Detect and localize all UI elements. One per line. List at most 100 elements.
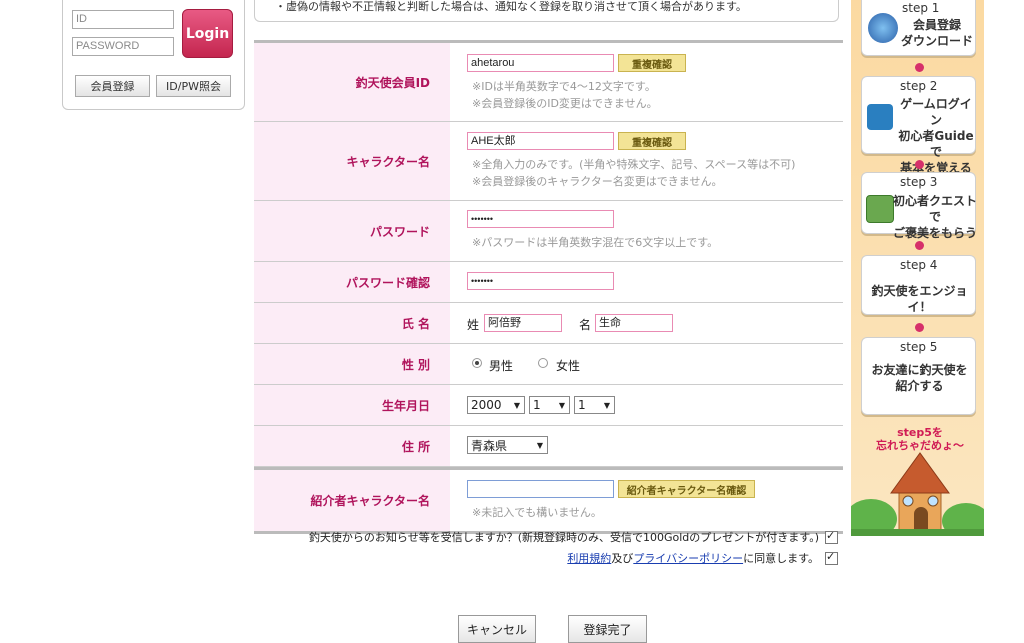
birthday-field: 2000 ▼ 1 ▼ 1 ▼	[450, 385, 843, 425]
character-label: キャラクター名	[254, 122, 450, 200]
step-4-text: 釣天使をエンジョイ！	[871, 284, 968, 314]
download-icon	[868, 13, 898, 43]
step-2-card[interactable]: step 2 ゲームログイン 初心者Guideで 基本を覚える	[861, 76, 976, 175]
birth-year-select[interactable]: 2000 ▼	[467, 396, 525, 414]
and-text: 及び	[611, 552, 634, 565]
address-field: 青森県 ▼	[450, 426, 843, 466]
chevron-down-icon: ▼	[513, 400, 520, 410]
last-name-label: 姓	[467, 318, 480, 332]
password-confirm-label: パスワード確認	[254, 262, 450, 302]
step-3-text: 初心者クエストで ご褒美をもらう	[893, 194, 978, 240]
newsletter-agreement: 釣天使からのお知らせ等を受信しますか？(新規登録時のみ、受信で100Goldのプ…	[309, 529, 838, 545]
first-name-label: 名	[579, 318, 592, 332]
password-row: パスワード ••••••• ※パスワードは半角英数字混在で6文字以上です。	[254, 201, 843, 262]
member-id-input[interactable]: ahetarou	[467, 54, 614, 72]
member-id-note-1: ※IDは半角英数字で4～12文字です。	[472, 80, 656, 93]
id-input[interactable]: ID	[72, 10, 174, 29]
password-note: ※パスワードは半角英数字混在で6文字以上です。	[472, 236, 719, 249]
gender-female-label: 女性	[556, 359, 581, 373]
name-field: 姓 阿倍野 名 生命	[450, 303, 843, 343]
birth-day-select[interactable]: 1 ▼	[574, 396, 615, 414]
house-illustration	[851, 452, 984, 536]
id-pw-lookup-button[interactable]: ID/PW照会	[156, 75, 231, 97]
password-confirm-row: パスワード確認 •••••••	[254, 262, 843, 303]
password-field: ••••••• ※パスワードは半角英数字混在で6文字以上です。	[450, 201, 843, 261]
birth-day-value: 1	[578, 398, 586, 412]
step-2-text: ゲームログイン 初心者Guideで 基本を覚える	[898, 97, 974, 175]
password-confirm-input[interactable]: •••••••	[467, 272, 614, 290]
step-4-card[interactable]: step 4 釣天使をエンジョイ！	[861, 255, 976, 315]
registration-form: 釣天使会員ID ahetarou 重複確認 ※IDは半角英数字で4～12文字です…	[254, 40, 843, 534]
step-3-card[interactable]: step 3 初心者クエストで ご褒美をもらう	[861, 172, 977, 240]
chevron-down-icon: ▼	[536, 440, 543, 450]
birth-month-select[interactable]: 1 ▼	[529, 396, 570, 414]
character-note-2: ※会員登録後のキャラクター名変更はできません。	[472, 175, 723, 188]
newsletter-text: 釣天使からのお知らせ等を受信しますか？(新規登録時のみ、受信で100Goldのプ…	[308, 531, 819, 544]
step-1-number: step 1	[902, 1, 940, 15]
step-3-number: step 3	[900, 175, 938, 189]
prefecture-select[interactable]: 青森県 ▼	[467, 436, 548, 454]
guide-book-icon	[867, 104, 893, 130]
referrer-check-button[interactable]: 紹介者キャラクター名確認	[618, 480, 755, 498]
newsletter-checkbox[interactable]	[825, 529, 838, 544]
password-confirm-field: •••••••	[450, 262, 843, 302]
referrer-input[interactable]	[467, 480, 614, 498]
referrer-label: 紹介者キャラクター名	[254, 470, 450, 531]
step-connector-dot	[915, 323, 924, 332]
terms-agreement: 利用規約 及び プライバシーポリシー に同意します。	[567, 550, 838, 566]
address-label: 住 所	[254, 426, 450, 466]
name-row: 氏 名 姓 阿倍野 名 生命	[254, 303, 843, 344]
step-2-number: step 2	[900, 79, 938, 93]
password-field-input[interactable]: •••••••	[467, 210, 614, 228]
cancel-button[interactable]: キャンセル	[458, 615, 536, 643]
character-note-1: ※全角入力のみです。(半角や特殊文字、記号、スペース等は不可)	[472, 158, 796, 171]
member-id-note-2: ※会員登録後のID変更はできません。	[472, 97, 658, 110]
terms-checkbox[interactable]	[825, 550, 838, 565]
notice-box: ・虚偽の情報や不正情報と判断した場合は、通知なく登録を取り消させて頂く場合があり…	[254, 0, 839, 22]
character-field: AHE太郎 重複確認 ※全角入力のみです。(半角や特殊文字、記号、スペース等は不…	[450, 122, 843, 200]
member-id-label: 釣天使会員ID	[254, 43, 450, 121]
member-id-field: ahetarou 重複確認 ※IDは半角英数字で4～12文字です。 ※会員登録後…	[450, 43, 843, 121]
password-label: パスワード	[254, 201, 450, 261]
name-label: 氏 名	[254, 303, 450, 343]
gender-female-radio[interactable]	[538, 358, 548, 368]
register-button[interactable]: 会員登録	[75, 75, 150, 97]
birth-month-value: 1	[533, 398, 541, 412]
step-1-card[interactable]: step 1 会員登録 ダウンロード	[861, 0, 976, 56]
step-connector-dot	[915, 63, 924, 72]
notice-text: ・虚偽の情報や不正情報と判断した場合は、通知なく登録を取り消させて頂く場合があり…	[275, 0, 747, 13]
privacy-link[interactable]: プライバシーポリシー	[633, 550, 743, 566]
character-input[interactable]: AHE太郎	[467, 132, 614, 150]
gender-row: 性 別 男性 女性	[254, 344, 843, 385]
step-5-text: お友達に釣天使を 紹介する	[871, 363, 968, 393]
last-name-input[interactable]: 阿倍野	[484, 314, 562, 332]
referrer-field: 紹介者キャラクター名確認 ※未記入でも構いません。	[450, 470, 843, 531]
gender-field: 男性 女性	[450, 344, 843, 384]
gender-male-radio[interactable]	[472, 358, 482, 368]
address-row: 住 所 青森県 ▼	[254, 426, 843, 467]
password-input[interactable]: PASSWORD	[72, 37, 174, 56]
step-connector-dot	[915, 160, 924, 169]
step-5-card[interactable]: step 5 お友達に釣天使を 紹介する	[861, 337, 976, 415]
agree-suffix-text: に同意します。	[743, 552, 819, 565]
step-5-number: step 5	[900, 340, 938, 354]
prefecture-value: 青森県	[471, 438, 508, 453]
chevron-down-icon: ▼	[558, 400, 565, 410]
step-4-number: step 4	[900, 258, 938, 272]
submit-button[interactable]: 登録完了	[568, 615, 647, 643]
birthday-label: 生年月日	[254, 385, 450, 425]
character-row: キャラクター名 AHE太郎 重複確認 ※全角入力のみです。(半角や特殊文字、記号…	[254, 122, 843, 201]
terms-link[interactable]: 利用規約	[567, 550, 611, 566]
login-panel: ID PASSWORD Login 会員登録 ID/PW照会	[62, 0, 245, 110]
birthday-row: 生年月日 2000 ▼ 1 ▼ 1 ▼	[254, 385, 843, 426]
member-id-check-button[interactable]: 重複確認	[618, 54, 686, 72]
character-check-button[interactable]: 重複確認	[618, 132, 686, 150]
member-id-row: 釣天使会員ID ahetarou 重複確認 ※IDは半角英数字で4～12文字です…	[254, 40, 843, 122]
gender-male-label: 男性	[489, 359, 514, 373]
login-button[interactable]: Login	[182, 9, 233, 58]
first-name-input[interactable]: 生命	[595, 314, 673, 332]
step-connector-dot	[915, 241, 924, 250]
chevron-down-icon: ▼	[603, 400, 610, 410]
gender-label: 性 別	[254, 344, 450, 384]
referrer-note: ※未記入でも構いません。	[472, 506, 602, 519]
